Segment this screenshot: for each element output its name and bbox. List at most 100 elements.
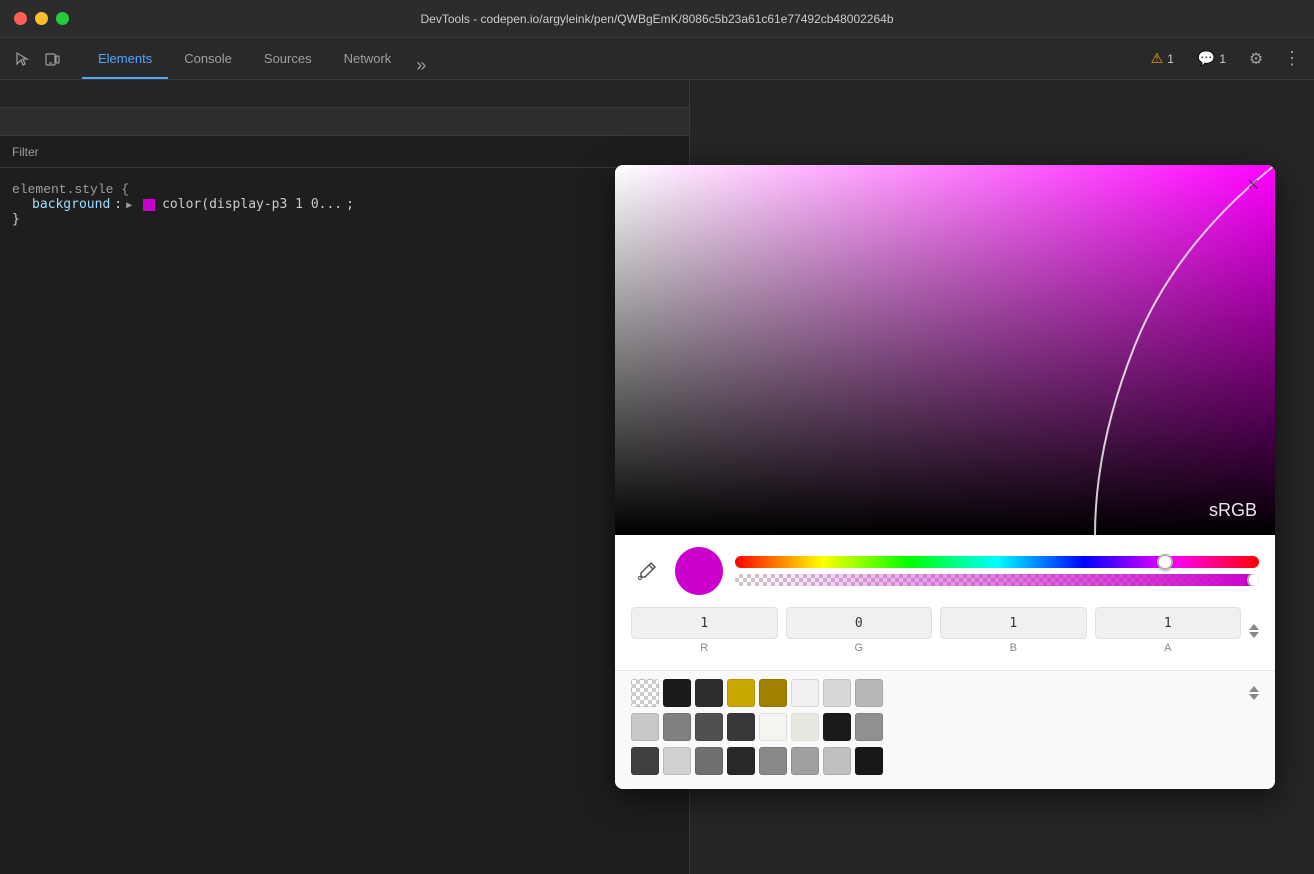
close-traffic-light[interactable] bbox=[14, 12, 27, 25]
swatch-black3[interactable] bbox=[855, 747, 883, 775]
channel-g-field: G bbox=[786, 607, 933, 654]
picker-controls-row bbox=[631, 547, 1259, 595]
more-tabs-button[interactable]: » bbox=[407, 51, 435, 79]
rule-close-brace: } bbox=[12, 212, 677, 227]
swatch-gold1[interactable] bbox=[727, 679, 755, 707]
channel-r-input[interactable] bbox=[631, 607, 778, 639]
alpha-gradient bbox=[735, 574, 1259, 586]
tab-elements[interactable]: Elements bbox=[82, 38, 168, 79]
color-swatch-indicator[interactable] bbox=[143, 199, 155, 211]
maximize-traffic-light[interactable] bbox=[56, 12, 69, 25]
prop-name: background bbox=[32, 197, 110, 212]
right-panel: ✕ sRGB bbox=[690, 80, 1314, 874]
swatch-dg2[interactable] bbox=[727, 713, 755, 741]
color-picker-popup: ✕ sRGB bbox=[615, 165, 1275, 789]
swatches-row-1 bbox=[631, 679, 1259, 707]
swatch-mg5[interactable] bbox=[791, 747, 819, 775]
swatch-cream[interactable] bbox=[759, 713, 787, 741]
channel-g-input[interactable] bbox=[786, 607, 933, 639]
toolbar-left-icons bbox=[8, 45, 66, 73]
swatch-lg3[interactable] bbox=[823, 747, 851, 775]
breadcrumb-bar bbox=[0, 80, 689, 108]
swatch-black2[interactable] bbox=[823, 713, 851, 741]
channel-b-field: B bbox=[940, 607, 1087, 654]
swatches-scroll-arrows[interactable] bbox=[1249, 686, 1259, 700]
hue-thumb bbox=[1157, 554, 1173, 570]
channel-r-field: R bbox=[631, 607, 778, 654]
prop-value: color(display-p3 1 0... bbox=[162, 197, 342, 212]
device-toolbar-button[interactable] bbox=[38, 45, 66, 73]
swatch-gray2[interactable] bbox=[855, 679, 883, 707]
swatch-transparent[interactable] bbox=[631, 679, 659, 707]
more-options-button[interactable]: ⋮ bbox=[1278, 45, 1306, 73]
traffic-lights bbox=[14, 12, 69, 25]
swatch-off-white[interactable] bbox=[791, 713, 819, 741]
swatch-white1[interactable] bbox=[791, 679, 819, 707]
tab-sources[interactable]: Sources bbox=[248, 38, 328, 79]
rule-property: background : ▶ color(display-p3 1 0... ; bbox=[12, 197, 677, 212]
warnings-button[interactable]: ⚠ 1 bbox=[1143, 46, 1182, 71]
alpha-thumb bbox=[1247, 574, 1259, 586]
settings-button[interactable]: ⚙ bbox=[1242, 45, 1270, 73]
color-picker-close-button[interactable]: ✕ bbox=[1243, 175, 1263, 195]
swatch-mg1[interactable] bbox=[663, 713, 691, 741]
channel-a-label: A bbox=[1164, 642, 1171, 654]
color-preview-circle bbox=[675, 547, 723, 595]
channel-down-arrow[interactable] bbox=[1249, 632, 1259, 638]
picker-bottom: R G B A bbox=[615, 535, 1275, 670]
prop-colon: : bbox=[114, 197, 122, 212]
titlebar: DevTools - codepen.io/argyleink/pen/QWBg… bbox=[0, 0, 1314, 38]
expand-triangle[interactable]: ▶ bbox=[126, 200, 136, 210]
swatch-gold2[interactable] bbox=[759, 679, 787, 707]
select-element-button[interactable] bbox=[8, 45, 36, 73]
console-icon: 💬 bbox=[1198, 50, 1215, 67]
srgb-label: sRGB bbox=[1209, 500, 1257, 521]
swatches-section bbox=[615, 670, 1275, 789]
prop-semicolon: ; bbox=[346, 197, 354, 212]
alpha-slider[interactable] bbox=[735, 574, 1259, 586]
swatch-gray1[interactable] bbox=[823, 679, 851, 707]
channel-increment-arrows[interactable] bbox=[1249, 624, 1259, 638]
swatch-lg2[interactable] bbox=[663, 747, 691, 775]
channel-inputs: R G B A bbox=[631, 607, 1259, 654]
styles-area: element.style { background : ▶ color(dis… bbox=[0, 168, 689, 874]
swatches-down-arrow[interactable] bbox=[1249, 694, 1259, 700]
swatch-black1[interactable] bbox=[663, 679, 691, 707]
console-messages-button[interactable]: 💬 1 bbox=[1190, 46, 1234, 71]
swatch-dark1[interactable] bbox=[695, 679, 723, 707]
channel-up-arrow[interactable] bbox=[1249, 624, 1259, 630]
tab-network[interactable]: Network bbox=[328, 38, 408, 79]
sliders-area bbox=[735, 556, 1259, 586]
swatch-mg3[interactable] bbox=[695, 747, 723, 775]
rule-selector: element.style { bbox=[12, 182, 677, 197]
filter-bar: Filter bbox=[0, 136, 689, 168]
style-rule-element: element.style { background : ▶ color(dis… bbox=[0, 176, 689, 233]
minimize-traffic-light[interactable] bbox=[35, 12, 48, 25]
swatches-up-arrow[interactable] bbox=[1249, 686, 1259, 692]
swatch-mg4[interactable] bbox=[759, 747, 787, 775]
element-bar bbox=[0, 108, 689, 136]
devtools-tabs: Elements Console Sources Network » bbox=[82, 38, 435, 79]
channel-a-input[interactable] bbox=[1095, 607, 1242, 639]
left-panel: Filter element.style { background : ▶ co… bbox=[0, 80, 690, 874]
warning-icon: ⚠ bbox=[1151, 50, 1164, 67]
hue-slider[interactable] bbox=[735, 556, 1259, 568]
main-area: Filter element.style { background : ▶ co… bbox=[0, 80, 1314, 874]
swatch-mg2[interactable] bbox=[855, 713, 883, 741]
filter-label: Filter bbox=[12, 145, 39, 159]
swatches-row-2 bbox=[631, 713, 1259, 741]
tab-console[interactable]: Console bbox=[168, 38, 248, 79]
swatch-lg1[interactable] bbox=[631, 713, 659, 741]
color-gradient-area[interactable]: ✕ sRGB bbox=[615, 165, 1275, 535]
swatch-dg3[interactable] bbox=[631, 747, 659, 775]
swatch-dg4[interactable] bbox=[727, 747, 755, 775]
toolbar-right: ⚠ 1 💬 1 ⚙ ⋮ bbox=[1143, 45, 1306, 73]
channel-b-label: B bbox=[1010, 642, 1017, 654]
eyedropper-button[interactable] bbox=[631, 555, 663, 587]
gradient-dark bbox=[615, 165, 1275, 535]
swatch-dg1[interactable] bbox=[695, 713, 723, 741]
channel-r-label: R bbox=[700, 642, 708, 654]
window-title: DevTools - codepen.io/argyleink/pen/QWBg… bbox=[421, 12, 894, 26]
channel-b-input[interactable] bbox=[940, 607, 1087, 639]
devtools-toolbar: Elements Console Sources Network » ⚠ 1 💬… bbox=[0, 38, 1314, 80]
